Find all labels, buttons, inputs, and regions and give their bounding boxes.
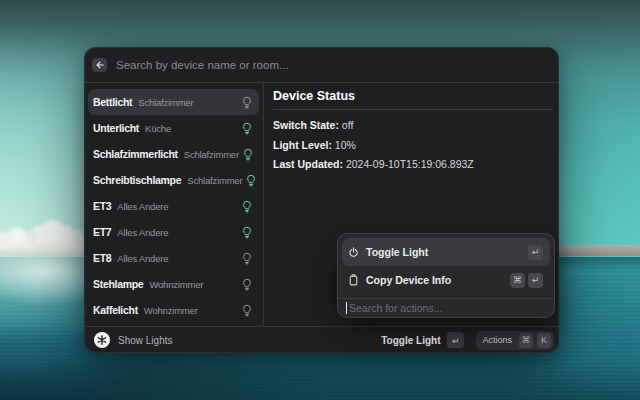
device-name: ET3 (93, 200, 111, 212)
actions-search[interactable]: Search for actions... (338, 299, 554, 317)
device-room: Wohnzimmer (144, 305, 198, 316)
detail-field: Light Level: 10% (273, 139, 553, 151)
lightbulb-icon (238, 304, 252, 317)
device-row[interactable]: Schlafzimmerlicht Schlafzimmer (88, 141, 259, 167)
action-item-copy-device-info[interactable]: Copy Device Info ⌘ ↵ (342, 266, 550, 294)
device-room: Küche (145, 123, 171, 134)
device-name: Stehlampe (93, 278, 143, 290)
device-name: Unterlicht (93, 122, 139, 134)
clipboard-icon (348, 274, 359, 286)
detail-title: Device Status (273, 88, 553, 109)
action-keys: ↵ (528, 245, 543, 260)
cmd-key-badge: ⌘ (519, 333, 533, 348)
detail-divider (273, 109, 553, 110)
field-label: Last Updated: (273, 158, 343, 170)
power-icon (348, 247, 359, 258)
status-bar: Show Lights Toggle Light ↵ Actions ⌘ K (84, 326, 559, 353)
action-keys: ⌘ ↵ (510, 273, 543, 288)
device-row[interactable]: ET3 Alles Andere (88, 193, 259, 219)
cmd-key-badge: ⌘ (510, 273, 525, 288)
actions-popup: Toggle Light ↵ Copy Device Info ⌘ ↵ Sear… (337, 233, 555, 318)
device-list: Bettlicht Schlafzimmer Unterlicht Küche … (84, 83, 264, 326)
device-name: Bettlicht (93, 96, 132, 108)
detail-field: Last Updated: 2024-09-10T15:19:06.893Z (273, 158, 553, 170)
text-cursor (346, 302, 347, 314)
field-label: Light Level: (273, 139, 332, 151)
actions-popup-list: Toggle Light ↵ Copy Device Info ⌘ ↵ (338, 234, 554, 298)
field-value: 10% (335, 139, 356, 151)
actions-button[interactable]: Actions ⌘ K (476, 331, 554, 350)
device-room: Alles Andere (117, 253, 168, 264)
device-row[interactable]: Schreibtischlampe Schlafzimmer (88, 167, 259, 193)
device-row[interactable]: Bettlicht Schlafzimmer (88, 89, 259, 115)
enter-key-badge: ↵ (447, 332, 464, 348)
device-name: ET7 (93, 226, 111, 238)
device-room: Schlafzimmer (138, 97, 193, 108)
primary-action-label[interactable]: Toggle Light (381, 335, 440, 346)
device-row[interactable]: Unterlicht Küche (88, 115, 259, 141)
action-item-toggle-light[interactable]: Toggle Light ↵ (342, 238, 550, 266)
device-name: Kaffelicht (93, 304, 138, 316)
device-name: ET8 (93, 252, 111, 264)
actions-search-placeholder: Search for actions... (349, 302, 442, 314)
device-row[interactable]: ET8 Alles Andere (88, 245, 259, 271)
device-row[interactable]: Stehlampe Wohnzimmer (88, 271, 259, 297)
app-label: Show Lights (118, 335, 172, 346)
device-room: Alles Andere (117, 201, 168, 212)
field-value: off (342, 119, 353, 131)
device-room: Wohnzimmer (149, 279, 203, 290)
device-room: Alles Andere (117, 227, 168, 238)
device-room: Schlafzimmer (187, 175, 242, 186)
search-bar: Search by device name or room... (84, 47, 559, 83)
asterisk-icon (96, 334, 108, 346)
arrow-left-icon (95, 60, 105, 70)
field-label: Switch State: (273, 119, 339, 131)
show-lights-app-icon (94, 332, 110, 348)
lightbulb-icon (238, 252, 252, 265)
actions-label: Actions (482, 335, 512, 345)
action-label: Copy Device Info (366, 274, 451, 286)
lightbulb-icon (238, 278, 252, 291)
device-row[interactable]: ET7 Alles Andere (88, 219, 259, 245)
field-value: 2024-09-10T15:19:06.893Z (346, 158, 474, 170)
enter-key-badge: ↵ (528, 273, 543, 288)
detail-field: Switch State: off (273, 119, 553, 131)
device-room: Schlafzimmer (184, 149, 239, 160)
device-name: Schlafzimmerlicht (93, 148, 178, 160)
lightbulb-icon (238, 200, 252, 213)
back-button[interactable] (92, 58, 107, 72)
lightbulb-icon (238, 96, 252, 109)
lightbulb-icon (239, 148, 253, 161)
device-row[interactable]: Kaffelicht Wohnzimmer (88, 297, 259, 323)
lightbulb-icon (238, 122, 252, 135)
k-key-badge: K (537, 333, 551, 348)
action-label: Toggle Light (366, 246, 428, 258)
enter-key-badge: ↵ (528, 245, 543, 260)
lightbulb-icon (238, 226, 252, 239)
lightbulb-icon (242, 174, 256, 187)
device-name: Schreibtischlampe (93, 174, 181, 186)
search-input[interactable]: Search by device name or room... (116, 59, 289, 71)
